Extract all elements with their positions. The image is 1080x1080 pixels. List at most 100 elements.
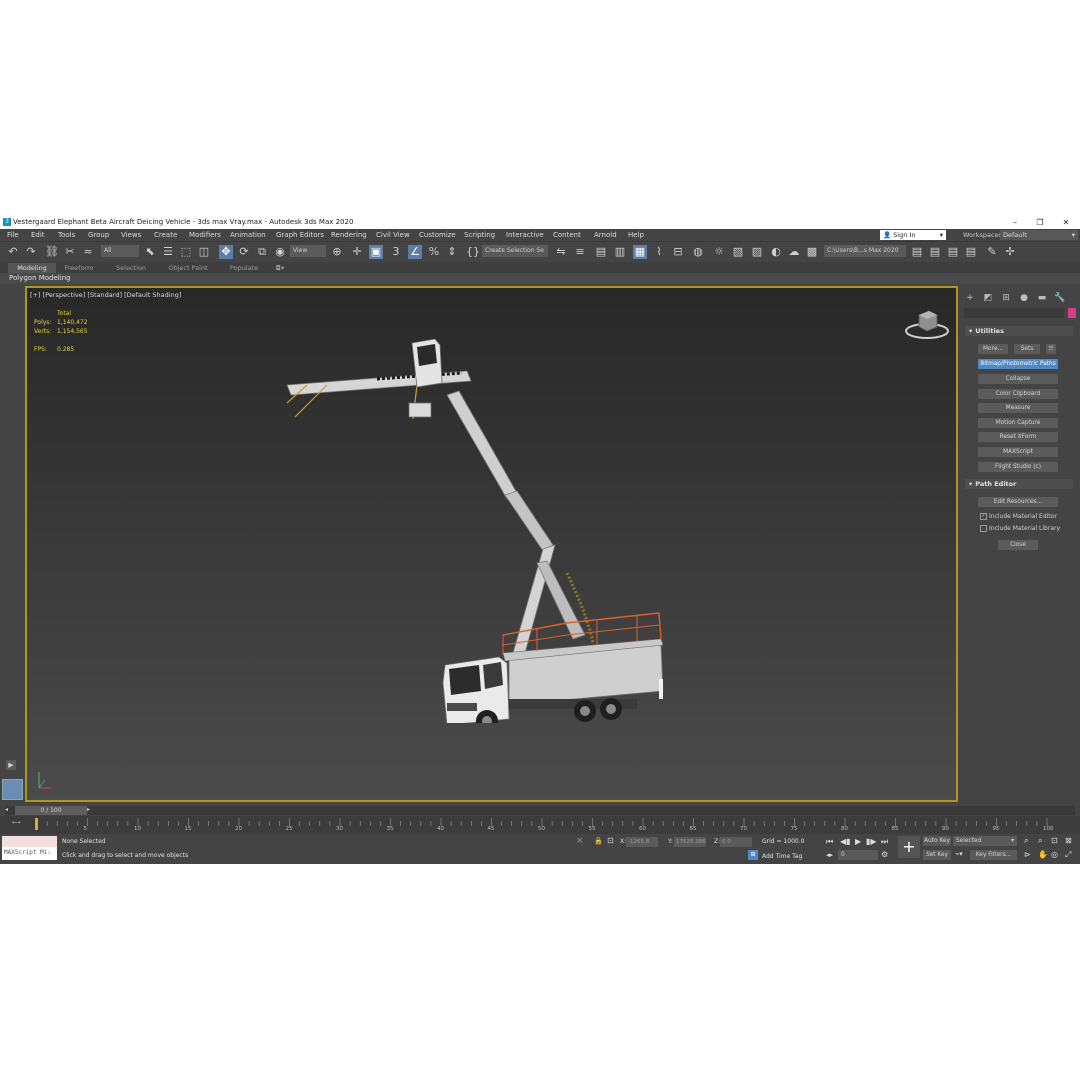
time-tag-icon[interactable]: ⊞ <box>748 850 758 860</box>
menu-edit[interactable]: Edit <box>31 231 45 239</box>
align-icon[interactable]: ≡ <box>573 245 587 259</box>
tab-modeling[interactable]: Modeling <box>8 263 56 273</box>
y-coordinate-field[interactable]: 17625.386 <box>674 837 706 847</box>
reset-xform-button[interactable]: Reset XForm <box>978 432 1058 442</box>
go-to-end-icon[interactable]: ⏭ <box>881 837 888 847</box>
undo-icon[interactable]: ↶ <box>6 245 20 259</box>
viewcube-icon[interactable] <box>902 303 952 343</box>
mirror-icon[interactable]: ⇋ <box>554 245 568 259</box>
tab-populate[interactable]: Populate <box>222 263 266 273</box>
menu-create[interactable]: Create <box>154 231 177 239</box>
menu-animation[interactable]: Animation <box>230 231 266 239</box>
sign-in-dropdown[interactable]: 👤 Sign In ▾ <box>880 230 946 240</box>
color-clipboard-button[interactable]: Color Clipboard <box>978 389 1058 399</box>
auto-key-button[interactable]: Auto Key <box>923 836 951 846</box>
key-mode-icon[interactable]: ◂▸ <box>826 851 833 859</box>
minimize-icon[interactable]: – <box>1003 216 1027 229</box>
polygon-modeling-label[interactable]: Polygon Modeling <box>9 274 71 282</box>
ribbon-toggle-icon[interactable]: ▦ <box>633 245 647 259</box>
key-tangent-icon[interactable]: ⌁▾ <box>955 850 963 858</box>
named-selection-dropdown[interactable]: Create Selection Se <box>482 245 548 257</box>
current-frame-field[interactable]: 0 <box>838 850 878 860</box>
select-and-rotate-icon[interactable]: ⟳ <box>237 245 251 259</box>
workspace-dropdown[interactable]: Default ▾ <box>1000 230 1078 240</box>
link-icon[interactable]: ⛓ <box>45 245 59 259</box>
viewport-label[interactable]: [+] [Perspective] [Standard] [Default Sh… <box>30 291 181 299</box>
render-in-cloud-icon[interactable]: ☁ <box>787 245 801 259</box>
isolate-selection-icon[interactable]: ⨯ <box>576 836 584 846</box>
current-frame-marker[interactable] <box>35 818 38 830</box>
menu-civil-view[interactable]: Civil View <box>376 231 410 239</box>
render-production-icon[interactable]: ▨ <box>750 245 764 259</box>
render-iterative-icon[interactable]: ◐ <box>769 245 783 259</box>
path-editor-rollout-header[interactable]: ▾ Path Editor <box>965 479 1073 489</box>
material-editor-icon[interactable]: ◍ <box>691 245 705 259</box>
play-icon[interactable]: ▶ <box>855 837 861 846</box>
track-bar-menu-icon[interactable]: ⟷ <box>12 819 21 826</box>
zoom-extents-all-icon[interactable]: ⊠ <box>1065 836 1072 845</box>
key-filters-button[interactable]: Key Filters... <box>970 850 1017 860</box>
tool-icon-1[interactable]: ✎ <box>985 245 999 259</box>
go-to-start-icon[interactable]: ⏮ <box>826 837 833 847</box>
previous-key-icon[interactable]: ◀▮ <box>840 837 851 846</box>
project-icon-4[interactable]: ▤ <box>964 245 978 259</box>
absolute-mode-icon[interactable]: ⊡ <box>607 836 614 845</box>
tab-object-paint[interactable]: Object Paint <box>162 263 214 273</box>
close-icon[interactable]: ✕ <box>1054 216 1078 229</box>
time-slider-thumb[interactable]: 0 / 100 <box>15 806 87 815</box>
expand-layout-icon[interactable]: ▶ <box>6 760 16 770</box>
maximize-icon[interactable]: ❐ <box>1028 216 1052 229</box>
x-coordinate-field[interactable]: -1265.8 <box>626 837 658 847</box>
menu-group[interactable]: Group <box>88 231 109 239</box>
viewport-layout-icon[interactable] <box>2 779 23 800</box>
render-shortcuts-icon[interactable]: ▩ <box>805 245 819 259</box>
configure-button-sets-icon[interactable]: ☷ <box>1046 344 1056 354</box>
sets-button[interactable]: Sets <box>1014 344 1040 354</box>
schematic-view-icon[interactable]: ⊟ <box>671 245 685 259</box>
track-bar[interactable]: ⟷ 5 10 15 20 25 30 35 40 45 50 55 60 65 70 75 80 85 90 95 1… <box>0 816 1080 834</box>
add-time-tag-button[interactable]: Add Time Tag <box>762 853 802 860</box>
select-and-move-icon[interactable]: ✥ <box>219 245 233 259</box>
menu-views[interactable]: Views <box>121 231 141 239</box>
deicing-vehicle-model[interactable] <box>267 323 687 723</box>
include-material-editor-checkbox[interactable]: ✓ Include Material Editor <box>980 513 1057 520</box>
keyboard-shortcut-override-icon[interactable]: ▣ <box>369 245 383 259</box>
project-icon-2[interactable]: ▤ <box>928 245 942 259</box>
maximize-viewport-icon[interactable]: ⤢ <box>1065 850 1071 860</box>
edit-named-selection-icon[interactable]: {} <box>466 245 480 259</box>
ribbon-options-icon[interactable]: ◘▾ <box>270 263 290 273</box>
pivot-point-icon[interactable]: ⊕ <box>330 245 344 259</box>
menu-customize[interactable]: Customize <box>419 231 456 239</box>
menu-scripting[interactable]: Scripting <box>464 231 495 239</box>
unlink-icon[interactable]: ✂ <box>63 245 77 259</box>
menu-graph-editors[interactable]: Graph Editors <box>276 231 324 239</box>
menu-rendering[interactable]: Rendering <box>331 231 367 239</box>
select-and-place-icon[interactable]: ◉ <box>273 245 287 259</box>
maxscript-button[interactable]: MAXScript <box>978 447 1058 457</box>
time-configuration-icon[interactable]: ⚙ <box>881 850 888 859</box>
render-setup-icon[interactable]: ☼ <box>712 245 726 259</box>
selection-lock-icon[interactable]: 🔒 <box>594 837 603 845</box>
curve-editor-icon[interactable]: ⌇ <box>652 245 666 259</box>
project-icon-3[interactable]: ▤ <box>946 245 960 259</box>
window-crossing-icon[interactable]: ◫ <box>197 245 211 259</box>
z-coordinate-field[interactable]: 0.0 <box>720 837 752 847</box>
zoom-icon[interactable]: ⌕ <box>1024 836 1028 846</box>
snaps-toggle-icon[interactable]: 3 <box>389 245 403 259</box>
select-and-scale-icon[interactable]: ⧉ <box>255 245 269 259</box>
zoom-extents-icon[interactable]: ⊡ <box>1051 836 1058 845</box>
menu-arnold[interactable]: Arnold <box>594 231 617 239</box>
redo-icon[interactable]: ↷ <box>24 245 38 259</box>
reference-coordinate-dropdown[interactable]: View <box>290 245 326 257</box>
more-button[interactable]: More... <box>978 344 1008 354</box>
next-key-icon[interactable]: ▮▶ <box>866 837 877 846</box>
selection-filter-dropdown[interactable]: All <box>101 245 139 257</box>
key-selection-dropdown[interactable]: Selected ▾ <box>953 836 1017 846</box>
object-color-swatch[interactable] <box>1068 308 1076 318</box>
maxscript-input[interactable]: MAXScript Mi: <box>4 849 51 856</box>
flight-studio-button[interactable]: Flight Studio (c) <box>978 462 1058 472</box>
zoom-all-icon[interactable]: ⌕ <box>1038 836 1042 846</box>
edit-resources-button[interactable]: Edit Resources... <box>978 497 1058 507</box>
project-folder-dropdown[interactable]: C:\Users\B...s Max 2020 <box>824 245 906 257</box>
utilities-panel-icon[interactable]: 🔧 <box>1054 293 1066 303</box>
